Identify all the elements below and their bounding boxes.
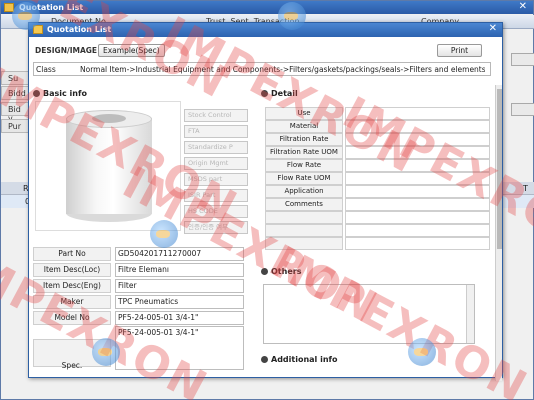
class-value: Normal Item->Industrial Equipment and Co… — [80, 65, 485, 74]
bullet-icon — [33, 90, 40, 97]
detail-value[interactable] — [345, 120, 490, 133]
item-desc-loc-label: Item Desc(Loc) — [33, 263, 111, 277]
detail-value[interactable] — [345, 159, 490, 172]
others-scrollbar[interactable] — [466, 285, 474, 343]
standardize-button[interactable]: Standardize P — [184, 141, 248, 154]
detail-value[interactable] — [345, 185, 490, 198]
stock-control-button[interactable]: Stock Control — [184, 109, 248, 122]
isir-part-button[interactable]: ISIR Part — [184, 189, 248, 202]
outer-right-button-2[interactable] — [511, 103, 534, 116]
detail-value[interactable] — [345, 198, 490, 211]
detail-label: Flow Rate — [265, 159, 343, 172]
model-no-value[interactable]: PF5-24-005-01 3/4-1" — [115, 311, 244, 325]
part-no-value[interactable]: GD504201711270007 — [115, 247, 244, 261]
detail-value[interactable] — [345, 237, 490, 250]
detail-label: Material — [265, 120, 343, 133]
close-icon[interactable]: ✕ — [519, 1, 527, 12]
modal-scrollbar[interactable] — [495, 85, 502, 381]
detail-label: Filtration Rate UOM — [265, 146, 343, 159]
close-icon[interactable]: ✕ — [489, 23, 497, 34]
others-heading: Others — [261, 267, 301, 276]
others-title: Others — [271, 267, 302, 276]
item-desc-eng-label: Item Desc(Eng) — [33, 279, 111, 293]
detail-label — [265, 237, 343, 250]
certification-button[interactable]: 인증/인증 여부 — [184, 221, 248, 234]
spec-textarea[interactable]: PF5-24-005-01 3/4-1" — [115, 326, 244, 370]
detail-value[interactable] — [345, 107, 490, 120]
item-desc-eng-value[interactable]: Filter — [115, 279, 244, 293]
modal-title: Quotation List — [47, 25, 112, 34]
window-icon — [4, 3, 14, 12]
part-no-label: Part No — [33, 247, 111, 261]
item-desc-loc-value[interactable]: Filtre Elemanı — [115, 263, 244, 277]
outer-title-bar: Quotation List ✕ — [1, 1, 533, 14]
design-image-label: DESIGN/IMAGE — [35, 46, 98, 55]
outer-right-button[interactable] — [511, 53, 534, 66]
detail-label: Flow Rate UOM — [265, 172, 343, 185]
detail-label: Application — [265, 185, 343, 198]
modal-toolbar: DESIGN/IMAGE Example(Spec) Print — [35, 43, 493, 59]
detail-label: Comments — [265, 198, 343, 211]
maker-label: Maker — [33, 295, 111, 309]
outer-title: Quotation List — [19, 3, 84, 12]
detail-value[interactable] — [345, 172, 490, 185]
modal-title-bar: Quotation List ✕ — [29, 23, 502, 37]
outer-side-label-4: Pur — [1, 119, 29, 133]
detail-heading: Detail — [261, 89, 298, 98]
spec-label: Spec. — [33, 339, 111, 370]
quotation-modal: Quotation List ✕ DESIGN/IMAGE Example(Sp… — [28, 22, 503, 381]
detail-label: Use — [265, 107, 343, 120]
detail-value[interactable] — [345, 133, 490, 146]
class-label: Class — [36, 65, 56, 74]
model-no-label: Model No — [33, 311, 111, 325]
bullet-icon — [261, 90, 268, 97]
outer-grid-col-t: T — [523, 184, 528, 193]
additional-info-heading: Additional info — [261, 355, 337, 364]
additional-info-title: Additional info — [271, 355, 338, 364]
side-button-list: Stock Control FTA Standardize P Origin M… — [184, 109, 248, 237]
filter-cylinder-image — [66, 110, 152, 222]
msds-part-button[interactable]: MSDS part — [184, 173, 248, 186]
outer-side-label-1: Su — [1, 71, 29, 85]
example-spec-button[interactable]: Example(Spec) — [98, 44, 165, 57]
bullet-icon — [261, 356, 268, 363]
fta-button[interactable]: FTA — [184, 125, 248, 138]
detail-value[interactable] — [345, 224, 490, 237]
window-icon — [33, 25, 43, 34]
basic-info-heading: Basic info — [33, 89, 87, 98]
hs-code-button[interactable]: HS CODE — [184, 205, 248, 218]
detail-title: Detail — [271, 89, 298, 98]
outer-side-label-3: Bid v — [1, 102, 29, 123]
class-row: Class Normal Item->Industrial Equipment … — [33, 62, 491, 76]
detail-label — [265, 211, 343, 224]
origin-mgmt-button[interactable]: Origin Mgmt — [184, 157, 248, 170]
detail-label — [265, 224, 343, 237]
others-textarea[interactable] — [263, 284, 475, 344]
detail-value[interactable] — [345, 211, 490, 224]
print-button[interactable]: Print — [437, 44, 482, 57]
basic-info-title: Basic info — [43, 89, 87, 98]
product-image — [35, 101, 181, 231]
outer-side-label-2: Bidd — [1, 86, 29, 100]
detail-value[interactable] — [345, 146, 490, 159]
scrollbar-thumb[interactable] — [497, 89, 502, 249]
spec-value: PF5-24-005-01 3/4-1" — [118, 328, 199, 337]
bullet-icon — [261, 268, 268, 275]
detail-label: Filtration Rate — [265, 133, 343, 146]
maker-value[interactable]: TPC Pneumatics — [115, 295, 244, 309]
